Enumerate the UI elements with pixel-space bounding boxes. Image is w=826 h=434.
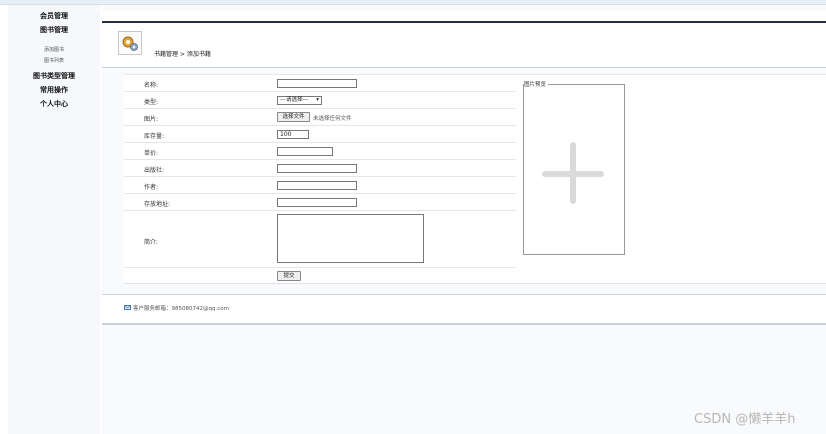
sidebar-item-book-type-management[interactable]: 图书类型管理 [8, 71, 100, 81]
content-header-bar [102, 11, 826, 23]
stock-input[interactable]: 100 [277, 130, 309, 139]
breadcrumb-row: 书籍管理 > 添加书籍 [102, 23, 826, 68]
sidebar-item-add-book[interactable]: 添加图书 [8, 46, 100, 53]
category-selected-value: ---请选择--- [280, 97, 309, 103]
form-row-author: 作者: [124, 177, 516, 194]
form-row-submit: 提交 [124, 268, 516, 283]
sidebar: 会员管理 图书管理 添加图书 图书列表 图书类型管理 常用操作 个人中心 [8, 5, 100, 434]
intro-textarea[interactable] [277, 214, 424, 263]
image-preview-legend: 图片预览 [524, 80, 549, 88]
author-label: 作者: [144, 184, 159, 191]
form-row-price: 单价: [124, 143, 516, 160]
sidebar-item-personal-center[interactable]: 个人中心 [8, 99, 100, 109]
form-row-publisher: 出版社: [124, 160, 516, 177]
form-row-image: 图片: 选择文件 未选择任何文件 [124, 109, 516, 126]
footer: 客户服务邮箱：985080742@qq.com [102, 294, 826, 325]
publisher-label: 出版社: [144, 167, 165, 174]
category-select[interactable]: ---请选择--- ▾ [277, 96, 322, 105]
location-label: 存放地址: [144, 201, 171, 208]
image-label: 图片: [144, 116, 159, 123]
intro-label: 简介: [144, 239, 159, 246]
breadcrumb: 书籍管理 > 添加书籍 [154, 51, 211, 58]
form-row-stock: 库存量: 100 [124, 126, 516, 143]
sidebar-item-common-operations[interactable]: 常用操作 [8, 85, 100, 95]
form-row-name: 名称: [124, 75, 516, 92]
plus-icon-vertical [570, 142, 576, 204]
stock-label: 库存量: [144, 133, 165, 140]
add-book-form: 名称: 类型: ---请选择--- ▾ 图片: 选择文件 未选择任何文件 库存量… [124, 74, 826, 284]
publisher-input[interactable] [277, 164, 357, 173]
mail-icon [124, 305, 131, 310]
support-email-text: 客户服务邮箱：985080742@qq.com [133, 306, 229, 312]
price-input[interactable] [277, 147, 333, 156]
form-row-category: 类型: ---请选择--- ▾ [124, 92, 516, 109]
form-row-location: 存放地址: [124, 194, 516, 211]
submit-button[interactable]: 提交 [277, 271, 301, 281]
choose-file-button[interactable]: 选择文件 [277, 112, 310, 122]
sidebar-item-book-list[interactable]: 图书列表 [8, 57, 100, 64]
gear-icon [118, 31, 142, 55]
name-label: 名称: [144, 82, 159, 89]
name-input[interactable] [277, 79, 357, 88]
category-label: 类型: [144, 99, 159, 106]
no-file-text: 未选择任何文件 [313, 116, 352, 122]
image-preview-box: 图片预览 [523, 80, 625, 255]
csdn-watermark: CSDN @懒羊羊h [694, 412, 796, 427]
sidebar-item-member-management[interactable]: 会员管理 [8, 11, 100, 21]
author-input[interactable] [277, 181, 357, 190]
form-row-intro: 简介: [124, 211, 516, 268]
sidebar-item-book-management[interactable]: 图书管理 [8, 25, 100, 35]
location-input[interactable] [277, 198, 357, 207]
price-label: 单价: [144, 150, 159, 157]
main-content: 书籍管理 > 添加书籍 名称: 类型: ---请选择--- ▾ 图片: 选择文件… [102, 5, 826, 434]
chevron-down-icon: ▾ [316, 97, 319, 103]
